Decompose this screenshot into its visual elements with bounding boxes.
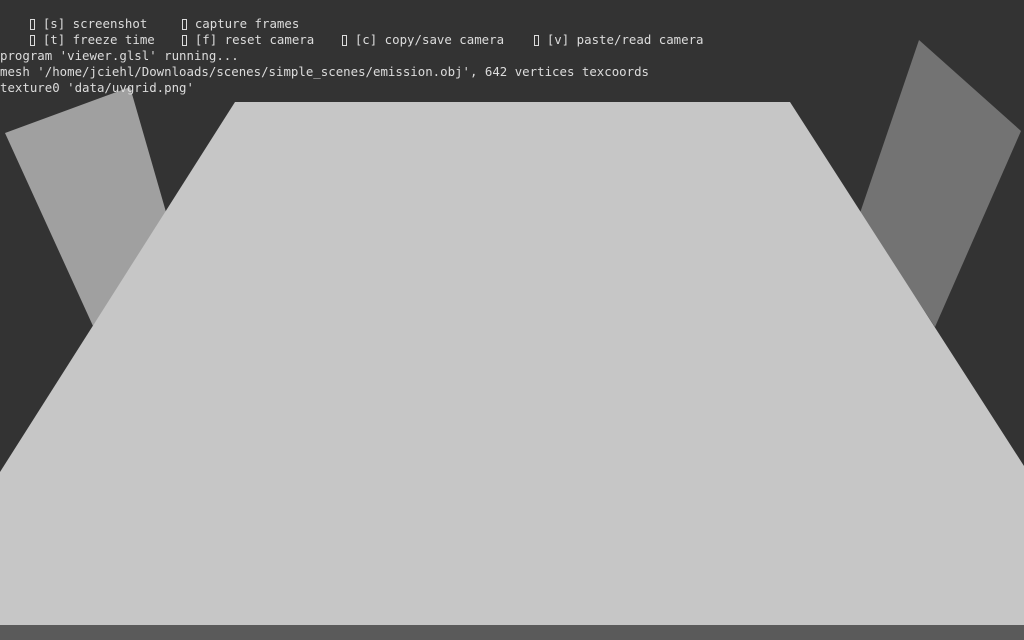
reset-camera-toggle[interactable]: [f] reset camera xyxy=(152,16,314,47)
freeze-time-label: [t] freeze time xyxy=(42,32,155,47)
copy-save-camera-toggle[interactable]: [c] copy/save camera xyxy=(312,16,504,47)
copy-save-camera-checkbox[interactable] xyxy=(341,35,347,46)
render-viewport[interactable]: [s] screenshot capture frames [t] freeze… xyxy=(0,0,1024,640)
log-program-status: program 'viewer.glsl' running... xyxy=(0,48,239,63)
log-mesh-info: mesh '/home/jciehl/Downloads/scenes/simp… xyxy=(0,64,650,79)
screenshot-toggle[interactable]: [s] screenshot xyxy=(0,0,147,31)
paste-read-camera-checkbox[interactable] xyxy=(533,35,539,46)
3d-scene[interactable] xyxy=(0,0,1024,640)
paste-read-camera-label: [v] paste/read camera xyxy=(546,32,704,47)
log-texture-info: texture0 'data/uvgrid.png' xyxy=(0,80,194,95)
floor-bottom-edge xyxy=(0,625,1024,640)
reset-camera-label: [f] reset camera xyxy=(194,32,315,47)
reset-camera-checkbox[interactable] xyxy=(181,35,187,46)
copy-save-camera-label: [c] copy/save camera xyxy=(354,32,505,47)
freeze-time-toggle[interactable]: [t] freeze time xyxy=(0,16,155,47)
freeze-time-checkbox[interactable] xyxy=(29,35,35,46)
capture-frames-toggle[interactable]: capture frames xyxy=(152,0,299,31)
paste-read-camera-toggle[interactable]: [v] paste/read camera xyxy=(504,16,704,47)
